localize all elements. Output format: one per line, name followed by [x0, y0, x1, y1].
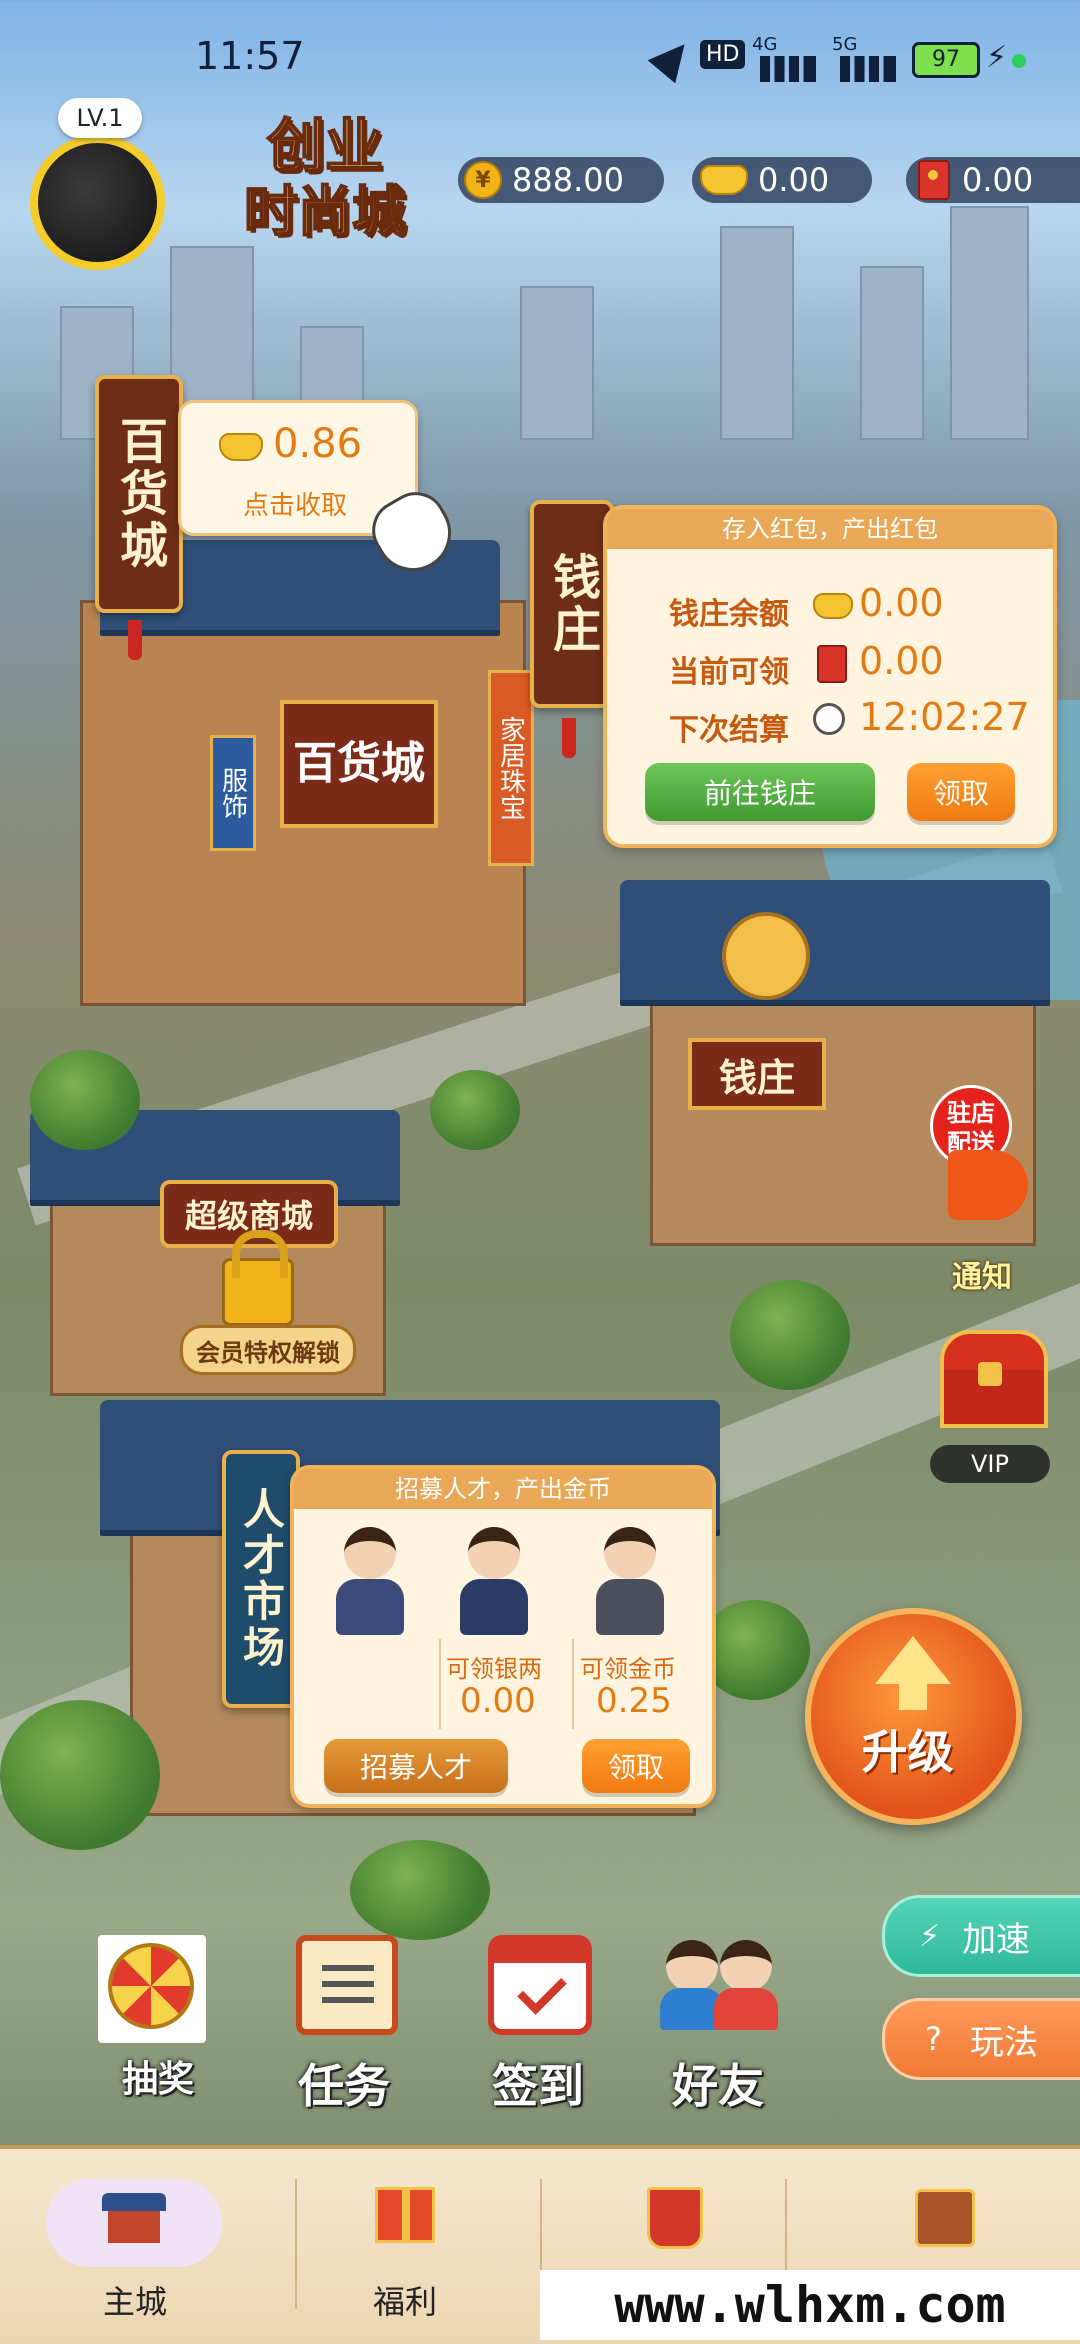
- nav-welfare-label: 福利: [372, 2283, 437, 2321]
- bank-panel-title: 存入红包，产出红包: [607, 509, 1053, 549]
- red-packet-icon: [918, 160, 950, 200]
- friends-icon[interactable]: [660, 1930, 780, 2035]
- charging-icon: ⚡: [986, 40, 1008, 75]
- nav-main-city-label: 主城: [102, 2283, 167, 2321]
- collect-hint: 点击收取: [243, 491, 348, 521]
- signal-icon-2: [840, 56, 896, 82]
- department-store-side-sign-2: 家居珠宝: [488, 670, 534, 866]
- upgrade-label: 升级: [861, 1725, 954, 1779]
- speaker-icon: [948, 1150, 1028, 1220]
- bank-panel: 存入红包，产出红包 钱庄余额 0.00 当前可领 0.00 下次结算 12:02…: [603, 505, 1057, 848]
- tasks-label[interactable]: 任务: [298, 2050, 390, 2116]
- status-time: 11:57: [195, 34, 305, 78]
- battery-icon: 97: [912, 42, 980, 78]
- notice-label[interactable]: 通知: [952, 1252, 1012, 1296]
- friends-label[interactable]: 好友: [672, 2050, 764, 2116]
- checkin-calendar-icon[interactable]: [488, 1935, 592, 2035]
- bank-claimable-value: 0.00: [859, 639, 944, 683]
- red-packet-icon: [817, 645, 847, 683]
- avatar[interactable]: [30, 135, 165, 270]
- talent-avatar-3: [590, 1527, 670, 1637]
- collect-amount: 0.86: [273, 421, 363, 467]
- gift-icon: [375, 2187, 435, 2243]
- yuan-coin-icon: ¥: [464, 161, 502, 199]
- currency-redpacket[interactable]: 0.00: [906, 157, 1080, 203]
- talent-market-sign[interactable]: 人才市场: [222, 1450, 300, 1708]
- app-logo: 创业 时尚城: [225, 111, 425, 252]
- lottery-label[interactable]: 抽奖: [122, 2050, 194, 2102]
- palace-icon: [102, 2187, 166, 2247]
- howto-label: 玩法: [969, 2022, 1038, 2063]
- network-5g: 5G: [832, 34, 858, 55]
- talent-market-panel-title: 招募人才，产出金币: [294, 1469, 712, 1509]
- bank-coin-emblem: [722, 912, 810, 1000]
- currency-silver[interactable]: 0.00: [692, 157, 872, 203]
- department-store-sign[interactable]: 百货城: [95, 375, 183, 613]
- currency-silver-value: 0.00: [758, 161, 830, 199]
- dot-indicator: [1012, 54, 1026, 68]
- vip-label[interactable]: VIP: [930, 1445, 1050, 1483]
- bank-building-sign: 钱庄: [688, 1038, 826, 1110]
- currency-yuan[interactable]: ¥ 888.00: [458, 157, 664, 203]
- clock-icon: [813, 703, 845, 735]
- talent-claim-button[interactable]: 领取: [582, 1739, 690, 1793]
- gold-ingot-icon: [700, 165, 748, 195]
- upgrade-arrow-icon: [875, 1636, 951, 1684]
- location-icon: [647, 32, 699, 84]
- silver-label: 可领银两: [446, 1655, 542, 1683]
- question-icon: ?: [925, 2020, 942, 2058]
- logo-line-2: 时尚城: [243, 179, 407, 244]
- bank-claim-button[interactable]: 领取: [907, 763, 1015, 821]
- currency-yuan-value: 888.00: [512, 161, 624, 199]
- logo-line-1: 创业: [266, 111, 384, 181]
- ingot-icon: [813, 593, 853, 619]
- watermark: www.wlhxm.com: [540, 2270, 1080, 2340]
- upgrade-button[interactable]: 升级: [805, 1608, 1022, 1825]
- bank-balance-value: 0.00: [859, 581, 944, 625]
- department-store-building-sign: 百货城: [280, 700, 438, 828]
- department-store-side-sign-1: 服饰: [210, 735, 256, 851]
- vip-chest-icon[interactable]: [935, 1320, 1048, 1430]
- howto-button[interactable]: ? 玩法: [882, 1998, 1080, 2080]
- bank-sign[interactable]: 钱庄: [530, 500, 614, 708]
- bank-balance-label: 钱庄余额: [669, 597, 789, 632]
- talent-market-panel: 招募人才，产出金币 可领银两 0.00 可领金币 0.25 招募人才 领取: [290, 1465, 716, 1808]
- lightning-icon: ⚡: [919, 1918, 941, 1954]
- bank-next-settle-label: 下次结算: [669, 713, 789, 748]
- status-bar: 11:57 HD 4G 5G 97 ⚡: [0, 30, 1080, 90]
- nav-main-city[interactable]: 主城: [0, 2149, 270, 2344]
- level-badge: LV.1: [58, 98, 142, 138]
- bank-claimable-label: 当前可领: [669, 655, 789, 690]
- gold-label: 可领金币: [580, 1655, 676, 1683]
- network-4g: 4G: [752, 34, 778, 55]
- book-icon: [915, 2189, 975, 2247]
- ingot-icon: [219, 433, 263, 461]
- task-scroll-icon[interactable]: [296, 1935, 398, 2035]
- banner-icon: [647, 2187, 703, 2249]
- speedup-label: 加速: [962, 1919, 1031, 1960]
- member-unlock-banner[interactable]: 会员特权解锁: [180, 1325, 356, 1375]
- talent-avatar-1: [330, 1527, 410, 1637]
- hd-badge: HD: [700, 40, 746, 69]
- speedup-button[interactable]: ⚡ 加速: [882, 1895, 1080, 1977]
- currency-redpacket-value: 0.00: [962, 161, 1034, 199]
- talent-avatar-2: [454, 1527, 534, 1637]
- silver-value: 0.00: [460, 1681, 536, 1721]
- bank-next-settle-value: 12:02:27: [859, 695, 1030, 739]
- gold-value: 0.25: [596, 1681, 672, 1721]
- goto-bank-button[interactable]: 前往钱庄: [645, 763, 875, 821]
- checkin-label[interactable]: 签到: [492, 2050, 584, 2116]
- signal-icon-1: [760, 56, 816, 82]
- nav-welfare[interactable]: 福利: [270, 2149, 540, 2344]
- lottery-button[interactable]: [98, 1935, 206, 2043]
- recruit-talent-button[interactable]: 招募人才: [324, 1739, 508, 1793]
- lottery-wheel-icon: [108, 1943, 194, 2029]
